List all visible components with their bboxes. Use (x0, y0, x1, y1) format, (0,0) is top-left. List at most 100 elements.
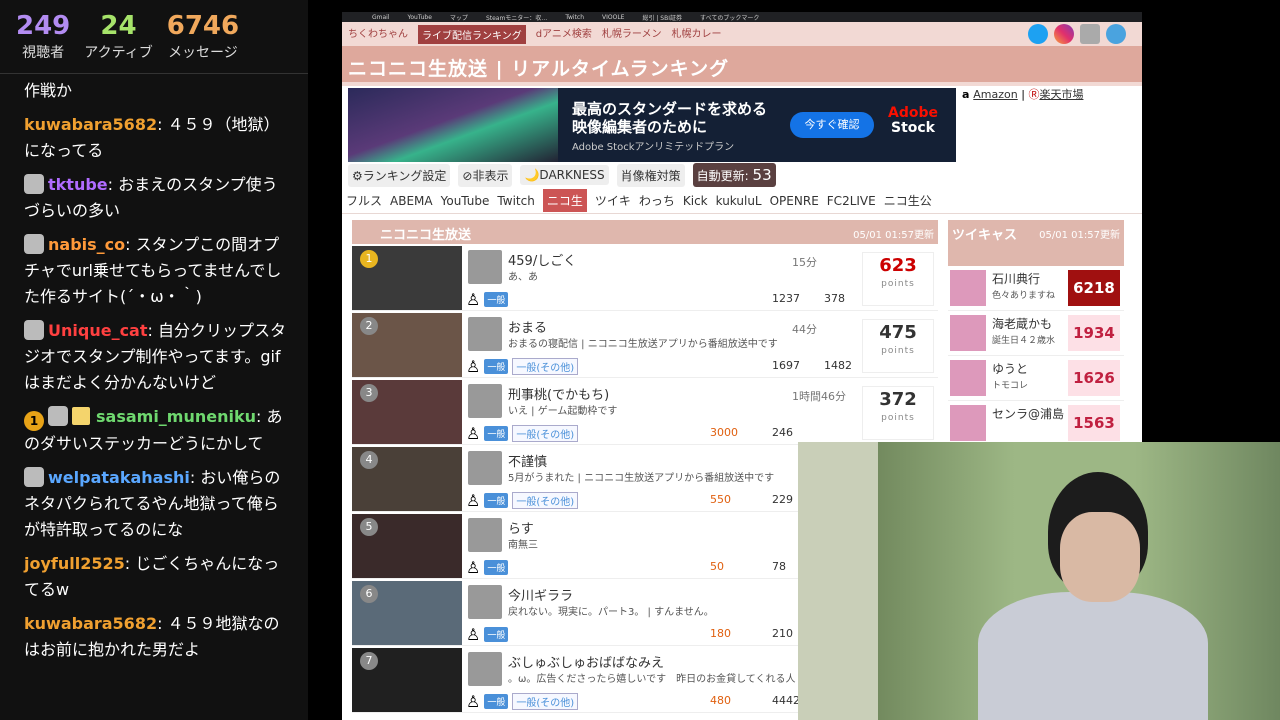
streamer-avatar[interactable] (950, 315, 986, 351)
twitcasting-row[interactable]: センラ@浦島 1563 (948, 401, 1124, 446)
streamer-avatar[interactable] (950, 360, 986, 396)
home-icon[interactable] (1106, 24, 1126, 44)
stream-name[interactable]: ぶしゅぶしゅおばばなみえ (508, 652, 664, 671)
category-tag[interactable]: 一般 (484, 560, 509, 575)
bookmark-item[interactable]: YouTube (408, 14, 432, 21)
rank-number: 4 (360, 451, 378, 469)
rank-number: 2 (360, 317, 378, 335)
streamer-avatar[interactable] (468, 250, 502, 284)
subcategory-tag[interactable]: 一般(その他) (512, 492, 579, 509)
chat-username[interactable]: tktube (48, 175, 108, 194)
platform-tab[interactable]: Twitch (497, 194, 534, 208)
bookmark-item[interactable]: マップ (450, 13, 468, 22)
streamer-avatar[interactable] (468, 384, 502, 418)
control-button[interactable]: 肖像権対策 (616, 163, 685, 187)
category-tag[interactable]: 一般 (484, 493, 509, 508)
stream-thumbnail[interactable]: 3 (352, 380, 462, 444)
stream-name[interactable]: 459/しごく (508, 250, 576, 269)
platform-tab[interactable]: kukuluL (716, 194, 762, 208)
stream-thumbnail[interactable]: 7 (352, 648, 462, 712)
platform-tab[interactable]: YouTube (441, 194, 490, 208)
stream-description: 色々ありますね (992, 291, 1056, 301)
stream-name[interactable]: おまる (508, 317, 547, 336)
ad-cta-button[interactable]: 今すぐ確認 (790, 112, 874, 138)
nav-link[interactable]: ちくわちゃん (348, 25, 408, 44)
chat-username[interactable]: sasami_muneniku (96, 407, 256, 426)
control-button[interactable]: 🌙DARKNESS (520, 165, 609, 185)
rank-number: 6 (360, 585, 378, 603)
chat-username[interactable]: kuwabara5682 (24, 115, 157, 134)
bookmark-item[interactable]: Steamモニター：収… (486, 13, 547, 22)
platform-tab[interactable]: フルス (346, 192, 382, 209)
category-tag[interactable]: 一般 (484, 292, 509, 307)
chat-username[interactable]: Unique_cat (48, 321, 148, 340)
chat-username[interactable]: kuwabara5682 (24, 614, 157, 633)
subcategory-tag[interactable]: 一般(その他) (512, 693, 579, 710)
chat-username[interactable]: nabis_co (48, 235, 125, 254)
streamer-avatar[interactable] (468, 585, 502, 619)
streamer-name[interactable]: 海老蔵かも (992, 315, 1064, 332)
stream-name[interactable]: 不謹慎 (508, 451, 547, 470)
category-tag[interactable]: 一般 (484, 627, 509, 642)
bookmark-item[interactable]: 総引 | SBI証券 (642, 13, 682, 22)
category-tag[interactable]: 一般 (484, 694, 509, 709)
instagram-icon[interactable] (1054, 24, 1074, 44)
platform-tab[interactable]: ABEMA (390, 194, 433, 208)
platform-tab[interactable]: OPENRE (770, 194, 819, 208)
streamer-avatar[interactable] (468, 317, 502, 351)
stream-thumbnail[interactable]: 4 (352, 447, 462, 511)
category-tag[interactable]: 一般 (484, 359, 509, 374)
chat-username[interactable]: welpatakahashi (48, 468, 190, 487)
control-button[interactable]: ⚙ランキング設定 (348, 163, 451, 187)
stream-thumbnail[interactable]: 6 (352, 581, 462, 645)
streamer-avatar[interactable] (950, 405, 986, 441)
subcategory-tag[interactable]: 一般(その他) (512, 425, 579, 442)
nav-link[interactable]: 札幌カレー (671, 25, 721, 44)
streamer-name[interactable]: 石川典行 (992, 270, 1064, 287)
stream-thumbnail[interactable]: 5 (352, 514, 462, 578)
user-icon: ♙ (466, 290, 481, 309)
bookmark-item[interactable]: Twitch (565, 14, 584, 21)
subcategory-tag[interactable]: 一般(その他) (512, 358, 579, 375)
nav-link[interactable]: ライブ配信ランキング (418, 24, 526, 44)
control-button[interactable]: ⊘非表示 (458, 163, 513, 187)
stream-name[interactable]: らす (508, 518, 534, 537)
category-tag[interactable]: 一般 (484, 426, 509, 441)
rakuten-link[interactable]: 楽天市場 (1039, 88, 1083, 101)
twitcasting-row[interactable]: 石川典行 色々ありますね 6218 (948, 266, 1124, 311)
nav-link[interactable]: dアニメ検索 (536, 25, 592, 44)
twitcasting-row[interactable]: 海老蔵かも 誕生日４２歳水 1934 (948, 311, 1124, 356)
platform-tab[interactable]: わっち (639, 192, 675, 209)
twitter-icon[interactable] (1028, 24, 1048, 44)
streamer-name[interactable]: ゆうと (992, 360, 1064, 377)
adobe-ad-banner[interactable]: 最高のスタンダードを求める 映像編集者のために Adobe Stockアンリミテ… (348, 88, 956, 162)
auto-update-button[interactable]: 自動更新: 53 (692, 163, 776, 187)
amazon-link[interactable]: Amazon (973, 88, 1017, 101)
nav-link[interactable]: 札幌ラーメン (602, 25, 662, 44)
tag-bar: ♙ 一般 一般(その他) (466, 491, 579, 510)
platform-tab[interactable]: ツイキ (595, 192, 631, 209)
bookmark-item[interactable]: すべてのブックマーク (700, 13, 759, 22)
streamer-avatar[interactable] (468, 451, 502, 485)
streamer-avatar[interactable] (468, 652, 502, 686)
stream-name[interactable]: 刑事桃(でかもち) (508, 384, 609, 403)
points-box: 623 points (862, 252, 934, 306)
platform-tab[interactable]: Kick (683, 194, 708, 208)
chat-username[interactable]: joyfull2525 (24, 554, 125, 573)
tv-icon[interactable] (1080, 24, 1100, 44)
streamer-avatar[interactable] (950, 270, 986, 306)
platform-tab[interactable]: ニコ生 (542, 189, 587, 212)
ranking-row[interactable]: 2 おまる おまるの寝配信 | ニコニコ生放送アプリから番組放送中です 44分 ♙ 一般一… (352, 313, 938, 378)
ranking-row[interactable]: 3 刑事桃(でかもち) いえ | ゲーム起動枠です 1時間46分 ♙ 一般 一般(その他) 3… (352, 380, 938, 445)
streamer-name[interactable]: センラ@浦島 (992, 405, 1064, 422)
stream-thumbnail[interactable]: 2 (352, 313, 462, 377)
bookmark-item[interactable]: VIOOLE (602, 14, 624, 21)
platform-tab[interactable]: ニコ生公 (884, 192, 932, 209)
bookmark-item[interactable]: Gmail (372, 14, 390, 21)
stream-name[interactable]: 今川ギララ (508, 585, 573, 604)
ranking-row[interactable]: 1 459/しごく あ、あ 15分 ♙ 一般 1237 378 623 points (352, 246, 938, 311)
stream-thumbnail[interactable]: 1 (352, 246, 462, 310)
streamer-avatar[interactable] (468, 518, 502, 552)
platform-tab[interactable]: FC2LIVE (827, 194, 876, 208)
twitcasting-row[interactable]: ゆうと トモコレ 1626 (948, 356, 1124, 401)
